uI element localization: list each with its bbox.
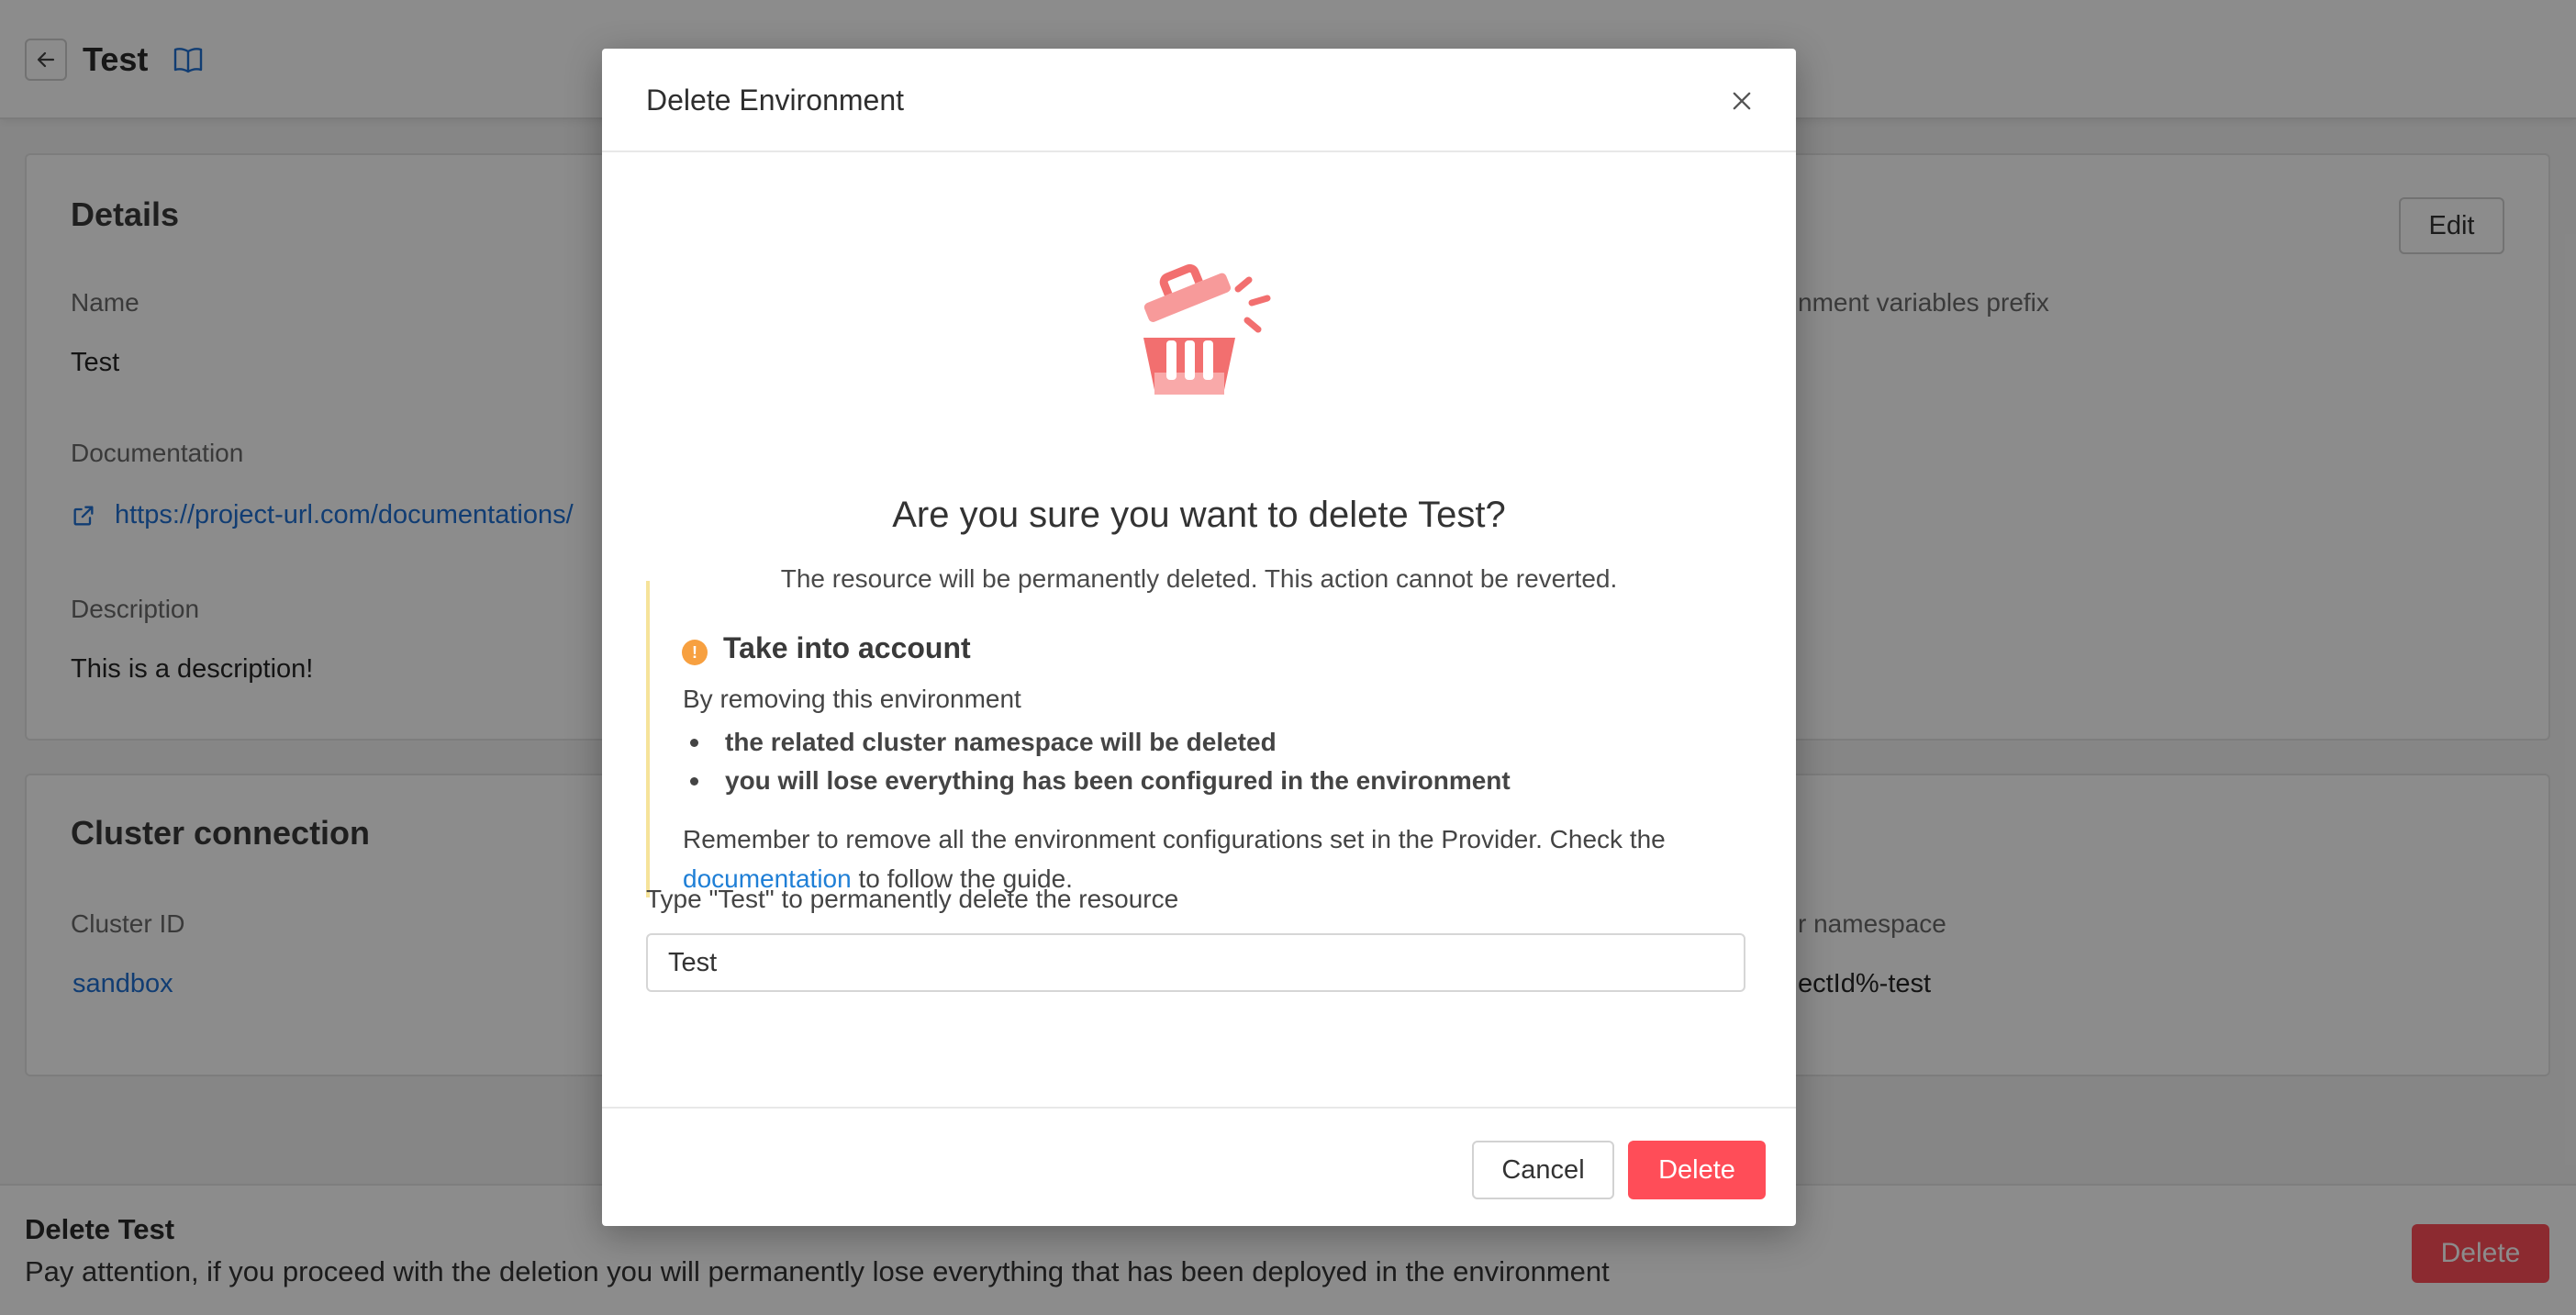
- warning-icon: !: [682, 640, 708, 665]
- alert-note-text: Remember to remove all the environment c…: [683, 825, 1666, 853]
- modal-footer: Cancel Delete: [602, 1107, 1796, 1226]
- list-item: you will lose everything has been config…: [683, 762, 1511, 800]
- warning-alert: ! Take into account By removing this env…: [646, 581, 1752, 897]
- confirm-input-label: Type "Test" to permanently delete the re…: [646, 885, 1179, 913]
- delete-button[interactable]: Delete: [1628, 1141, 1766, 1199]
- trash-icon: [1143, 263, 1271, 396]
- list-item: the related cluster namespace will be de…: [683, 723, 1511, 762]
- close-button[interactable]: [1724, 84, 1759, 118]
- modal-header: Delete Environment: [602, 49, 1796, 152]
- alert-title: Take into account: [723, 631, 971, 664]
- cancel-button[interactable]: Cancel: [1472, 1141, 1614, 1199]
- confirm-question: Are you sure you want to delete Test?: [892, 495, 1506, 535]
- close-icon: [1733, 92, 1751, 110]
- alert-list: the related cluster namespace will be de…: [683, 723, 1511, 800]
- confirm-input[interactable]: [646, 933, 1745, 992]
- alert-intro: By removing this environment: [683, 685, 1021, 713]
- modal-title: Delete Environment: [646, 84, 905, 117]
- delete-environment-modal: Delete Environment Are you sure you want…: [602, 49, 1796, 1226]
